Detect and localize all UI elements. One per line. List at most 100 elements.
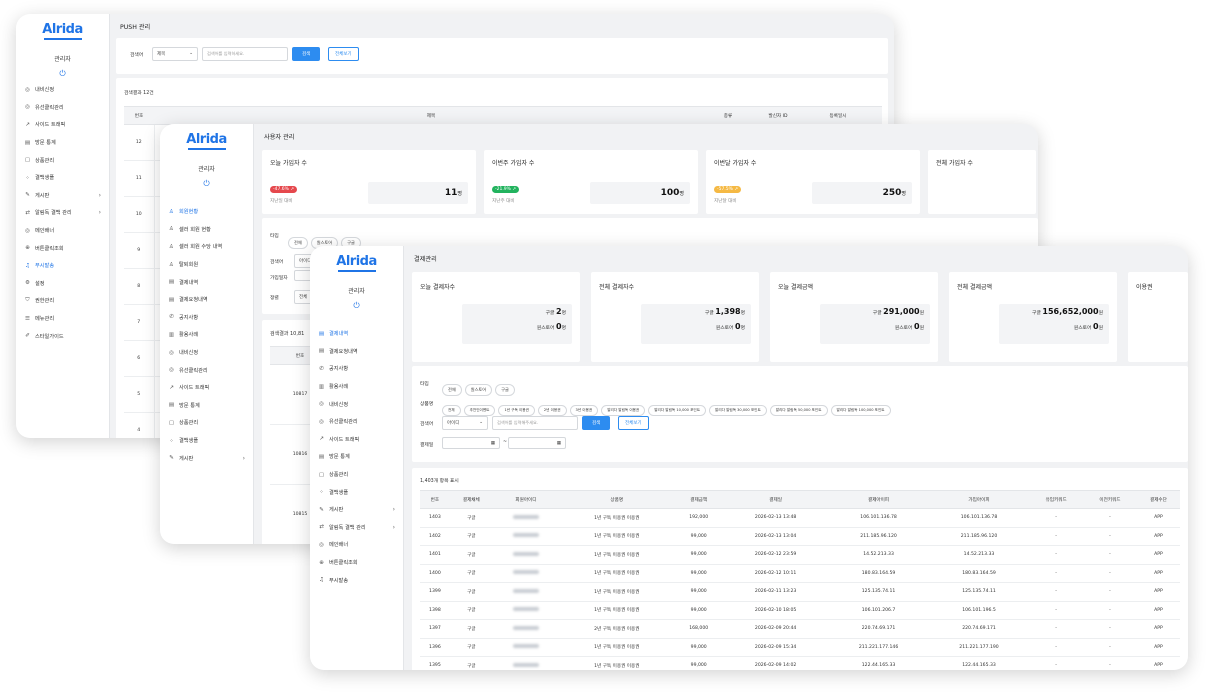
filter-chip[interactable]: 전체 (442, 384, 462, 396)
calendar-icon[interactable]: ▦ (491, 441, 495, 446)
sidebar-item[interactable]: ▤ 방문 통계 (168, 397, 253, 415)
view-all-button[interactable]: 전체보기 (328, 47, 359, 61)
sidebar-item[interactable]: ⁘ 결백생플 (168, 432, 253, 450)
col-header[interactable]: 결제아이피 (828, 490, 929, 509)
sidebar-item[interactable]: ☰ 메뉴관리 (24, 310, 109, 328)
table-row[interactable]: 1395 구글 1년 구독 이용권 이용권 99,000 2026-02-09 14:0… (420, 656, 1180, 670)
sidebar-item-label: 활용사례 (329, 384, 349, 391)
power-icon[interactable]: ⏻ (16, 69, 109, 79)
sidebar-item[interactable]: ⇄ 알림독 결백 관리 › (24, 204, 109, 222)
sidebar-item[interactable]: ⁘ 결백생플 (318, 483, 403, 501)
table-row[interactable]: 1403 구글 1년 구독 이용권 이용권 192,000 2026-02-13 13:… (420, 508, 1180, 528)
sidebar-item[interactable]: ↗ 사이드 트래픽 (318, 431, 403, 449)
sidebar-item[interactable]: ♫ 푸시발송 (318, 571, 403, 589)
sort-label: 정렬 (270, 296, 279, 301)
table-row[interactable]: 1402 구글 1년 구독 이용권 이용권 99,000 2026-02-13 13:0… (420, 527, 1180, 546)
view-all-button[interactable]: 전체보기 (618, 416, 649, 430)
filter-chip[interactable]: 원스토어 (464, 384, 493, 396)
product-chip[interactable]: 알리다 알림독 50,000 포인트 (769, 405, 828, 416)
sidebar-item[interactable]: ▥ 활용사례 (168, 326, 253, 344)
sidebar-item[interactable]: ⊕ 버튼클릭조회 (318, 554, 403, 572)
product-chip[interactable]: 알리다 알림독 100,000 포인트 (830, 405, 891, 416)
sidebar-item[interactable]: ✎ 게시판 › (24, 187, 109, 205)
search-input[interactable]: 검색어를 입력해주세요. (492, 416, 578, 430)
sidebar-item[interactable]: ✐ 스타일가이드 (24, 327, 109, 345)
product-chip[interactable]: 2년 이용권 (537, 405, 567, 416)
sidebar-item[interactable]: ◎ 내비신정 (168, 344, 253, 362)
table-row[interactable]: 1401 구글 1년 구독 이용권 이용권 99,000 2026-02-12 23:5… (420, 545, 1180, 565)
power-icon[interactable]: ⏻ (310, 301, 403, 311)
end-date-input[interactable]: ▦ (508, 437, 566, 449)
table-row[interactable]: 1397 구글 2년 구독 이용권 이용권 168,000 2026-02-09 20:… (420, 619, 1180, 639)
sidebar-item[interactable]: ◎ 유선클릭관리 (24, 99, 109, 117)
table-row[interactable]: 1396 구글 1년 구독 이용권 이용권 99,000 2026-02-09 15:3… (420, 638, 1180, 657)
sidebar-item[interactable]: ⛉ 권한관리 (24, 292, 109, 310)
stat-title: 오늘 결제금액 (778, 284, 814, 291)
filter-chip[interactable]: 구글 (495, 384, 515, 396)
sidebar-item[interactable]: ⚙ 설정 (24, 275, 109, 293)
sidebar-item[interactable]: ▢ 상품관리 (168, 414, 253, 432)
table-row[interactable]: 1399 구글 1년 구독 이용권 이용권 99,000 2026-02-11 13:2… (420, 582, 1180, 602)
sidebar-item[interactable]: ▤ 결제내역 (318, 325, 403, 343)
sidebar-item-label: 게시판 (179, 455, 194, 462)
sidebar-item[interactable]: ↗ 사이드 트래픽 (168, 379, 253, 397)
sidebar-item[interactable]: ◎ 유선클릭관리 (168, 361, 253, 379)
col-header[interactable]: 가입아이피 (928, 490, 1030, 509)
start-date-input[interactable]: ▦ (442, 437, 500, 449)
sidebar-item[interactable]: ⁘ 결백생플 (24, 169, 109, 187)
sidebar-item[interactable]: ✆ 공지사항 (318, 360, 403, 378)
sidebar-item[interactable]: ▢ 상품관리 (24, 151, 109, 169)
search-type-select[interactable]: 제목 ⌄ (152, 47, 198, 61)
sidebar-item[interactable]: ◎ 유선클릭관리 (318, 413, 403, 431)
product-chip[interactable]: 알리다 알림독 30,000 포인트 (709, 405, 767, 416)
col-header[interactable]: 번호 (420, 490, 450, 509)
sidebar-item[interactable]: ◎ 내비신정 (24, 81, 109, 99)
sidebar-item[interactable]: ◎ 메인배너 (24, 222, 109, 240)
sidebar-item[interactable]: ♫ 푸시발송 (24, 257, 109, 275)
sidebar-item[interactable]: ⊕ 버튼클릭조회 (24, 239, 109, 257)
product-chip[interactable]: 알리다 알림독 이용권 (601, 405, 646, 416)
sidebar-item[interactable]: ◎ 내비신정 (318, 395, 403, 413)
col-header[interactable]: 회원아이디 (492, 490, 560, 509)
col-header[interactable]: 이전키워드 (1083, 490, 1137, 509)
sidebar-item[interactable]: ⇄ 알림독 결백 관리 › (318, 519, 403, 537)
product-chip[interactable]: 알리다 알림독 10,000 포인트 (648, 405, 707, 416)
product-chip[interactable]: 1년 구독 이용권 (498, 405, 535, 416)
search-input[interactable]: 검색어를 입력하세요. (202, 47, 288, 61)
sidebar-item[interactable]: ▤ 결제요청내역 (168, 291, 253, 309)
table-row[interactable]: 1398 구글 1년 구독 이용권 이용권 99,000 2026-02-10 18:0… (420, 601, 1180, 620)
sidebar-item[interactable]: ▥ 활용사례 (318, 378, 403, 396)
col-header[interactable]: 유입키워드 (1029, 490, 1084, 509)
col-header[interactable]: 결제일 (722, 490, 829, 509)
stat-card: 이용권 (1128, 272, 1188, 362)
sidebar-item[interactable]: ✆ 공지사항 (168, 309, 253, 327)
sidebar-item[interactable]: ▤ 결제요청내역 (318, 343, 403, 361)
sidebar-item[interactable]: ✎ 게시판 › (318, 501, 403, 519)
product-chip[interactable]: 3년 이용권 (569, 405, 599, 416)
table-row[interactable]: 1400 구글 1년 구독 이용권 이용권 99,000 2026-02-12 10:1… (420, 564, 1180, 583)
sidebar-item[interactable]: ▤ 결제내역 (168, 273, 253, 291)
sidebar-item[interactable]: ♙ 셀러 회원 수당 내역 (168, 238, 253, 256)
col-header[interactable]: 결제수단 (1136, 490, 1180, 509)
power-icon[interactable]: ⏻ (160, 179, 253, 189)
sidebar-item[interactable]: ◎ 메인배너 (318, 536, 403, 554)
product-chip[interactable]: 전체 (442, 405, 461, 416)
search-button[interactable]: 검색 (292, 47, 321, 61)
filter-chip[interactable]: 전체 (288, 237, 308, 249)
product-chip[interactable]: 추천인이벤트 (463, 405, 496, 416)
sidebar-item[interactable]: ▤ 방문 통계 (318, 448, 403, 466)
col-header[interactable]: 결제금액 (674, 490, 723, 509)
col-header[interactable]: 결제채체 (449, 490, 493, 509)
search-type-select[interactable]: 아이디 ⌄ (442, 416, 488, 430)
sidebar-item[interactable]: ▢ 상품관리 (318, 466, 403, 484)
col-header[interactable]: 상품명 (559, 490, 675, 509)
search-button[interactable]: 검색 (582, 416, 611, 430)
sidebar-item-label: 버튼클릭조회 (35, 245, 64, 252)
sidebar-item[interactable]: ↗ 사이드 트래픽 (24, 116, 109, 134)
calendar-icon[interactable]: ▦ (557, 441, 561, 446)
sidebar-item[interactable]: ▤ 방문 통계 (24, 134, 109, 152)
sidebar-item[interactable]: ♙ 회원현황 (168, 203, 253, 221)
sidebar-item[interactable]: ♙ 셀러 회원 현황 (168, 221, 253, 239)
sidebar-item[interactable]: ♙ 탈퇴회원 (168, 256, 253, 274)
sidebar-item[interactable]: ✎ 게시판 › (168, 449, 253, 467)
